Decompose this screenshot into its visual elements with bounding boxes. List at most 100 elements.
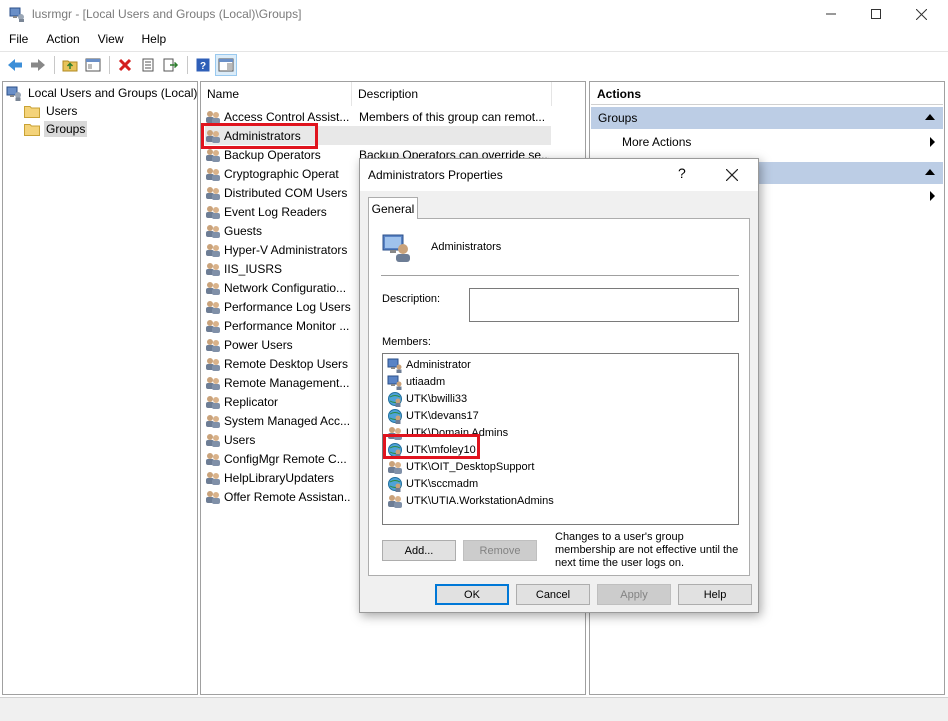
back-arrow-icon xyxy=(8,59,22,71)
domain-group-icon xyxy=(387,493,403,509)
toolbar-separator xyxy=(54,56,55,74)
member-item[interactable]: UTK\sccmadm xyxy=(387,475,478,492)
collapse-up-icon[interactable] xyxy=(925,169,935,175)
domain-user-icon xyxy=(387,408,403,424)
member-name: UTK\OIT_DesktopSupport xyxy=(406,460,535,473)
group-icon xyxy=(205,432,221,448)
group-name: Administrators xyxy=(431,241,502,253)
group-name: ConfigMgr Remote C... xyxy=(224,451,347,466)
group-icon xyxy=(205,223,221,239)
forward-button[interactable] xyxy=(27,54,49,76)
administrators-properties-dialog: Administrators Properties ? Administrato… xyxy=(359,158,759,613)
tree-item-users[interactable]: Users xyxy=(24,102,79,120)
delete-button[interactable] xyxy=(114,54,136,76)
member-name: UTK\bwilli33 xyxy=(406,392,468,405)
menu-view[interactable]: View xyxy=(89,32,133,46)
group-name: Replicator xyxy=(224,394,279,409)
menu-action[interactable]: Action xyxy=(37,32,88,46)
general-tab-panel: Administrators Description: Members: Adm… xyxy=(368,218,750,576)
export-list-button[interactable] xyxy=(160,54,182,76)
domain-user-icon xyxy=(387,391,403,407)
ok-button[interactable]: OK xyxy=(435,584,509,605)
show-hide-tree-button[interactable] xyxy=(82,54,104,76)
member-name: UTK\devans17 xyxy=(406,409,479,422)
group-name: Backup Operators xyxy=(224,147,321,162)
column-header-name[interactable]: Name xyxy=(201,82,352,106)
tab-general[interactable]: General xyxy=(368,197,418,219)
member-item[interactable]: UTK\UTIA.WorkstationAdmins xyxy=(387,492,554,509)
description-field[interactable] xyxy=(469,288,739,322)
dialog-close-button[interactable] xyxy=(725,163,739,186)
help-icon: ? xyxy=(196,58,210,72)
group-name: Performance Log Users xyxy=(224,299,351,314)
show-hide-action-pane-button[interactable] xyxy=(215,54,237,76)
member-item[interactable]: UTK\bwilli33 xyxy=(387,390,467,407)
add-member-button[interactable]: Add... xyxy=(382,540,456,561)
help-toolbar-button[interactable]: ? xyxy=(192,54,214,76)
description-label: Description: xyxy=(382,293,441,305)
group-name: Users xyxy=(224,432,256,447)
group-name: System Managed Acc... xyxy=(224,413,351,428)
member-item[interactable]: Administrator xyxy=(387,356,471,373)
tree-item-label: Groups xyxy=(44,121,88,137)
title-bar: lusrmgr - [Local Users and Groups (Local… xyxy=(0,0,948,28)
submenu-arrow-icon xyxy=(930,137,935,147)
cancel-button[interactable]: Cancel xyxy=(516,584,590,605)
toolbar: ? xyxy=(0,51,948,78)
group-icon xyxy=(205,375,221,391)
help-button[interactable]: Help xyxy=(678,584,752,605)
computer-management-icon xyxy=(9,6,25,22)
group-name: Remote Desktop Users xyxy=(224,356,349,371)
members-label: Members: xyxy=(382,336,431,348)
actions-pane-title: Actions xyxy=(591,83,943,105)
remove-member-button[interactable]: Remove xyxy=(463,540,537,561)
minimize-button[interactable] xyxy=(808,0,854,28)
member-name: UTK\sccmadm xyxy=(406,477,479,490)
forward-arrow-icon xyxy=(31,59,45,71)
group-icon xyxy=(205,261,221,277)
console-tree-icon xyxy=(85,58,101,72)
group-name: Remote Management... xyxy=(224,375,350,390)
close-button[interactable] xyxy=(898,0,944,28)
properties-button[interactable] xyxy=(137,54,159,76)
dialog-help-button[interactable]: ? xyxy=(678,165,686,181)
group-icon xyxy=(205,451,221,467)
delete-x-icon xyxy=(118,58,132,72)
divider xyxy=(381,275,739,276)
group-icon xyxy=(205,337,221,353)
dialog-title-bar: Administrators Properties ? xyxy=(360,159,758,191)
group-large-icon xyxy=(381,231,413,266)
tree-item-groups[interactable]: Groups xyxy=(24,120,88,138)
membership-note: Changes to a user's group membership are… xyxy=(555,531,739,569)
collapse-up-icon[interactable] xyxy=(925,114,935,120)
actions-section-groups[interactable]: Groups xyxy=(591,107,943,129)
member-item[interactable]: UTK\OIT_DesktopSupport xyxy=(387,458,534,475)
local-user-icon xyxy=(387,374,403,390)
apply-button[interactable]: Apply xyxy=(597,584,671,605)
column-header-description[interactable]: Description xyxy=(352,82,552,106)
group-name: HelpLibraryUpdaters xyxy=(224,470,335,485)
tree-item-label: Local Users and Groups (Local) xyxy=(28,86,198,100)
member-item[interactable]: utiaadm xyxy=(387,373,445,390)
console-tree-pane: Local Users and Groups (Local) Users Gro… xyxy=(2,81,198,695)
menu-help[interactable]: Help xyxy=(133,32,176,46)
more-actions-link[interactable]: More Actions xyxy=(622,132,691,152)
group-icon xyxy=(205,394,221,410)
more-actions-label: More Actions xyxy=(622,135,692,149)
back-button[interactable] xyxy=(4,54,26,76)
highlight-box-mfoley10 xyxy=(383,434,480,459)
folder-icon xyxy=(24,123,40,136)
member-item[interactable]: UTK\devans17 xyxy=(387,407,479,424)
maximize-button[interactable] xyxy=(853,0,899,28)
group-name: Power Users xyxy=(224,337,293,352)
tree-item-root[interactable]: Local Users and Groups (Local) xyxy=(6,84,199,102)
menu-file[interactable]: File xyxy=(0,32,37,46)
up-one-level-button[interactable] xyxy=(59,54,81,76)
computer-users-icon xyxy=(6,86,21,101)
group-name: IIS_IUSRS xyxy=(224,261,283,276)
tree-item-label: Users xyxy=(46,104,78,118)
domain-group-icon xyxy=(387,459,403,475)
group-icon xyxy=(205,242,221,258)
member-name: utiaadm xyxy=(406,375,446,388)
group-icon xyxy=(205,204,221,220)
